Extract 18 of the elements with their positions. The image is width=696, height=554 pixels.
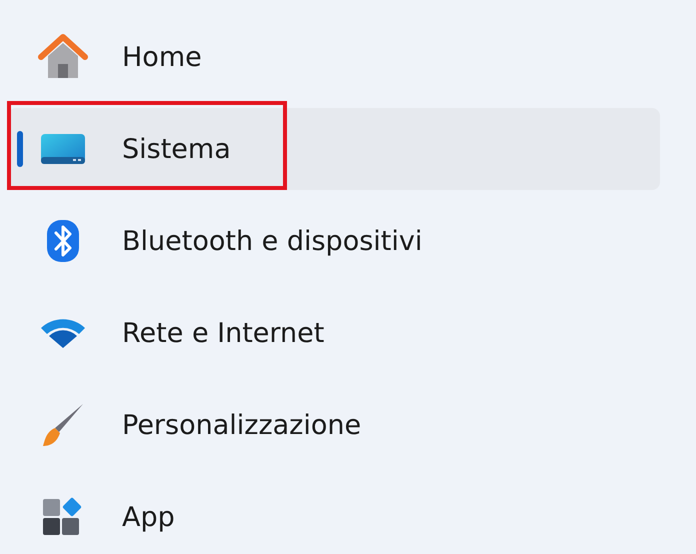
item-label: App bbox=[122, 502, 175, 532]
sidebar-item[interactable]: App bbox=[8, 476, 660, 554]
house-icon bbox=[38, 34, 88, 80]
sidebar-item[interactable]: Bluetooth e dispositivi bbox=[8, 200, 660, 282]
monitor-icon bbox=[40, 133, 86, 165]
sidebar-item[interactable]: Personalizzazione bbox=[8, 384, 660, 466]
paintbrush-icon bbox=[41, 402, 85, 448]
item-label: Home bbox=[122, 42, 202, 72]
item-label: Rete e Internet bbox=[122, 318, 324, 348]
sidebar-item[interactable]: Rete e Internet bbox=[8, 292, 660, 374]
item-label: Bluetooth e dispositivi bbox=[122, 226, 422, 256]
sidebar-item[interactable]: Home bbox=[8, 16, 660, 98]
bluetooth-icon bbox=[46, 219, 80, 263]
item-label: Sistema bbox=[122, 134, 231, 164]
wifi-icon bbox=[39, 318, 87, 348]
item-label: Personalizzazione bbox=[122, 410, 362, 440]
sidebar-item[interactable]: Sistema bbox=[8, 108, 660, 190]
selection-indicator bbox=[17, 131, 23, 167]
